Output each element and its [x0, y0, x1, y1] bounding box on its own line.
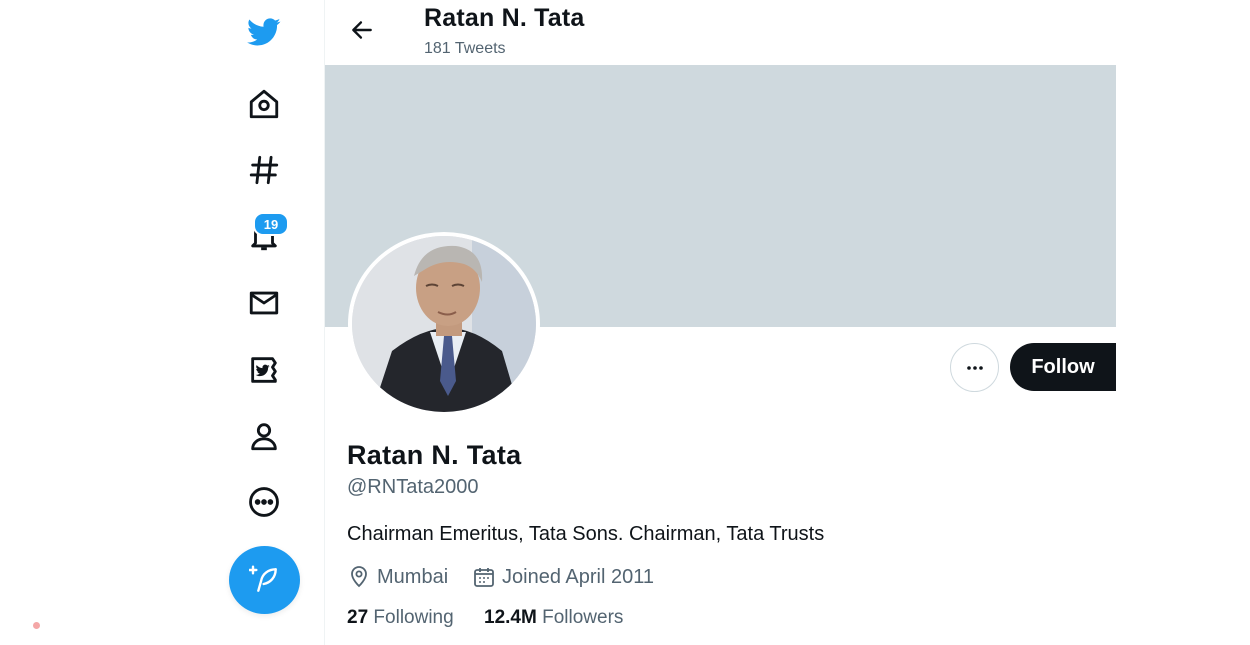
- sidebar-nav: 19: [0, 0, 324, 645]
- status-dot: [33, 622, 40, 629]
- explore-hashtag-icon[interactable]: [239, 145, 289, 195]
- profile-person-icon[interactable]: [239, 411, 289, 461]
- profile-joined: Joined April 2011: [472, 565, 654, 589]
- followers-label: Followers: [542, 607, 624, 628]
- following-link[interactable]: 27 Following: [347, 607, 454, 629]
- twitter-blue-icon[interactable]: [239, 345, 289, 395]
- back-arrow-icon[interactable]: [345, 13, 379, 47]
- location-pin-icon: [351, 566, 367, 588]
- notifications-count-badge: 19: [253, 212, 289, 236]
- header-profile-name: Ratan N. Tata: [424, 4, 585, 32]
- header-tweet-count: 181 Tweets: [424, 40, 506, 57]
- twitter-logo-icon[interactable]: [239, 7, 289, 57]
- ellipsis-icon: [966, 365, 983, 370]
- follow-button[interactable]: Follow: [1010, 343, 1116, 391]
- more-options-button[interactable]: [950, 343, 999, 392]
- messages-envelope-icon[interactable]: [239, 278, 289, 328]
- home-icon[interactable]: [239, 79, 289, 129]
- compose-tweet-button[interactable]: [229, 546, 300, 614]
- followers-link[interactable]: 12.4M Followers: [484, 607, 623, 629]
- following-label: Following: [373, 607, 454, 628]
- following-count: 27: [347, 607, 369, 628]
- profile-handle: @RNTata2000: [347, 476, 479, 498]
- profile-location: Mumbai: [347, 565, 448, 589]
- feather-plus-icon: [248, 565, 277, 592]
- followers-count: 12.4M: [484, 607, 537, 628]
- more-circle-icon[interactable]: [239, 477, 289, 527]
- profile-name: Ratan N. Tata: [347, 440, 522, 470]
- profile-bio: Chairman Emeritus, Tata Sons. Chairman, …: [347, 523, 825, 545]
- calendar-icon: [474, 568, 494, 587]
- profile-avatar[interactable]: [348, 232, 540, 416]
- joined-text: Joined April 2011: [502, 565, 654, 588]
- location-text: Mumbai: [377, 565, 449, 588]
